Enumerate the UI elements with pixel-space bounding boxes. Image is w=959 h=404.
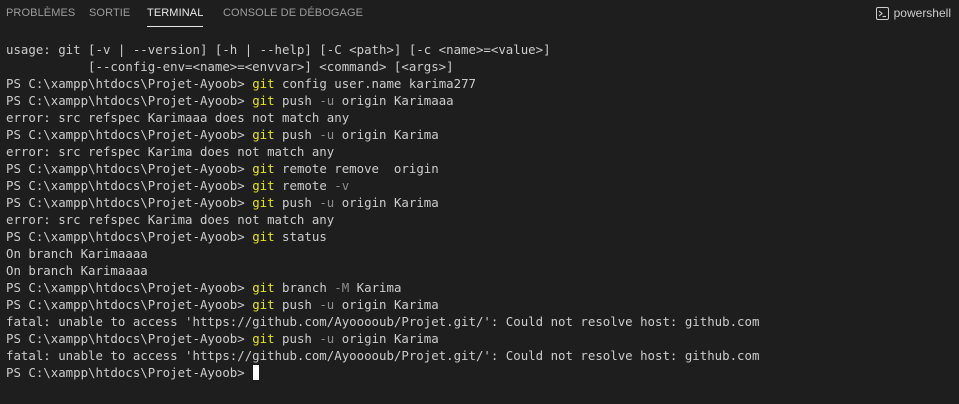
terminal-text: PS C:\xampp\htdocs\Projet-Ayoob> [6,195,253,210]
command-name: git [252,161,275,176]
terminal-line: fatal: unable to access 'https://github.… [6,313,959,330]
command-flag: -u [319,127,335,142]
command-name: git [252,195,275,210]
terminal-line: fatal: unable to access 'https://github.… [6,347,959,364]
terminal-text: origin Karima [334,331,439,346]
panel-tab-bar: PROBLÈMES SORTIE TERMINAL CONSOLE DE DÉB… [0,0,959,28]
terminal-output[interactable]: usage: git [-v | --version] [-h | --help… [6,41,959,404]
terminal-text: PS C:\xampp\htdocs\Projet-Ayoob> [6,76,253,91]
active-tab-indicator [147,26,204,27]
terminal-text: PS C:\xampp\htdocs\Projet-Ayoob> [6,280,253,295]
terminal-text: PS C:\xampp\htdocs\Projet-Ayoob> [6,161,253,176]
terminal-text: status [274,229,327,244]
terminal-line: PS C:\xampp\htdocs\Projet-Ayoob> git rem… [6,177,959,194]
terminal-text: origin Karima [334,195,439,210]
terminal-text: PS C:\xampp\htdocs\Projet-Ayoob> [6,365,253,380]
terminal-text: PS C:\xampp\htdocs\Projet-Ayoob> [6,93,253,108]
terminal-text: error: src refspec Karima does not match… [6,212,335,227]
tab-label: PROBLÈMES [6,7,76,19]
terminal-text: remote remove origin [274,161,439,176]
terminal-line: PS C:\xampp\htdocs\Projet-Ayoob> git rem… [6,160,959,177]
terminal-line: PS C:\xampp\htdocs\Projet-Ayoob> git bra… [6,279,959,296]
terminal-line: On branch Karimaaaa [6,245,959,262]
terminal-text: origin Karima [334,297,439,312]
tab-problems[interactable]: PROBLÈMES [6,7,75,19]
terminal-line: error: src refspec Karimaaa does not mat… [6,109,959,126]
command-name: git [252,280,275,295]
terminal-text: Karima [349,280,402,295]
command-name: git [252,93,275,108]
terminal-line: error: src refspec Karima does not match… [6,143,959,160]
command-flag: -u [319,93,335,108]
terminal-line: PS C:\xampp\htdocs\Projet-Ayoob> git pus… [6,296,959,313]
tab-label: TERMINAL [147,7,204,19]
command-name: git [252,297,275,312]
terminal-line: PS C:\xampp\htdocs\Projet-Ayoob> git pus… [6,330,959,347]
tab-debug-console[interactable]: CONSOLE DE DÉBOGAGE [223,7,363,19]
terminal-text: PS C:\xampp\htdocs\Projet-Ayoob> [6,178,253,193]
tab-output[interactable]: SORTIE [89,7,130,19]
terminal-line: On branch Karimaaaa [6,262,959,279]
terminal-line: PS C:\xampp\htdocs\Projet-Ayoob> [6,364,959,381]
terminal-line: PS C:\xampp\htdocs\Projet-Ayoob> git con… [6,75,959,92]
terminal-text: branch [274,280,335,295]
tab-terminal[interactable]: TERMINAL [147,7,204,27]
terminal-line: PS C:\xampp\htdocs\Projet-Ayoob> git pus… [6,126,959,143]
terminal-text: [--config-env=<name>=<envvar>] <command>… [6,59,454,74]
terminal-text: On branch Karimaaaa [6,263,148,278]
terminal-powershell-icon [875,6,889,20]
terminal-text: PS C:\xampp\htdocs\Projet-Ayoob> [6,229,253,244]
terminal-line: error: src refspec Karima does not match… [6,211,959,228]
command-name: git [252,76,275,91]
terminal-text: push [274,331,320,346]
terminal-text: PS C:\xampp\htdocs\Projet-Ayoob> [6,297,253,312]
terminal-text: usage: git [-v | --version] [-h | --help… [6,42,551,57]
command-flag: -v [334,178,350,193]
shell-label: powershell [893,6,951,20]
terminal-text: remote [274,178,335,193]
command-name: git [252,331,275,346]
text-cursor [253,365,260,380]
command-name: git [252,178,275,193]
terminal-text: fatal: unable to access 'https://github.… [6,348,760,363]
terminal-line: [--config-env=<name>=<envvar>] <command>… [6,58,959,75]
shell-selector-button[interactable]: powershell [875,4,951,22]
terminal-line: PS C:\xampp\htdocs\Projet-Ayoob> git sta… [6,228,959,245]
tab-label: CONSOLE DE DÉBOGAGE [223,7,364,19]
terminal-text: PS C:\xampp\htdocs\Projet-Ayoob> [6,331,253,346]
terminal-text: PS C:\xampp\htdocs\Projet-Ayoob> [6,127,253,142]
terminal-text: push [274,195,320,210]
command-name: git [252,127,275,142]
terminal-line: PS C:\xampp\htdocs\Projet-Ayoob> git pus… [6,92,959,109]
command-name: git [252,229,275,244]
tab-label: SORTIE [89,7,131,19]
terminal-text: On branch Karimaaaa [6,246,148,261]
terminal-panel: PROBLÈMES SORTIE TERMINAL CONSOLE DE DÉB… [0,0,959,404]
terminal-text: origin Karimaaa [334,93,454,108]
terminal-line: usage: git [-v | --version] [-h | --help… [6,41,959,58]
terminal-text: push [274,127,320,142]
terminal-text: fatal: unable to access 'https://github.… [6,314,760,329]
terminal-text: error: src refspec Karima does not match… [6,144,335,159]
command-flag: -u [319,297,335,312]
terminal-line: PS C:\xampp\htdocs\Projet-Ayoob> git pus… [6,194,959,211]
terminal-text: error: src refspec Karimaaa does not mat… [6,110,350,125]
terminal-text: push [274,93,320,108]
terminal-text: origin Karima [334,127,439,142]
command-flag: -M [334,280,350,295]
command-flag: -u [319,195,335,210]
terminal-text: config user.name karima277 [274,76,476,91]
terminal-text: push [274,297,320,312]
command-flag: -u [319,331,335,346]
